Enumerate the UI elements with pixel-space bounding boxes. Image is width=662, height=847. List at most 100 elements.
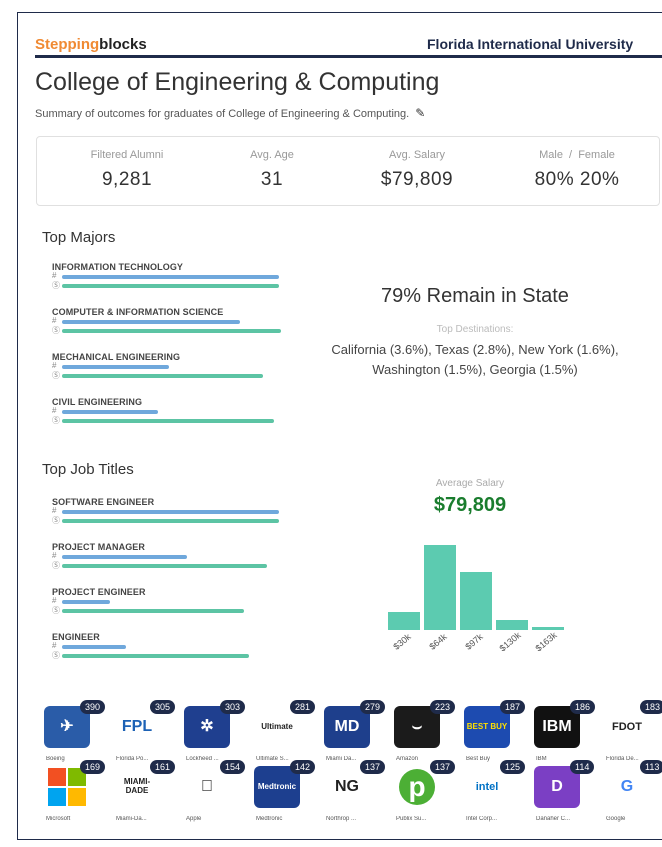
histogram-bar: [496, 620, 528, 630]
top-majors-heading: Top Majors: [42, 229, 116, 246]
job-title-name: ENGINEER: [52, 632, 100, 642]
dollar-icon: Ⓢ: [52, 326, 60, 335]
job-title-name: PROJECT ENGINEER: [52, 587, 146, 597]
employer-count-badge: 154: [220, 760, 246, 774]
pencil-icon[interactable]: ✎: [415, 106, 425, 120]
count-bar: [62, 275, 279, 279]
dollar-icon: Ⓢ: [52, 606, 60, 615]
stat-label: Avg. Age: [250, 149, 294, 161]
employer-count-badge: 125: [500, 760, 526, 774]
count-bar: [62, 365, 169, 369]
logo-mark: BEST BUY: [466, 721, 508, 731]
job-title-item[interactable]: ENGINEER # Ⓢ: [52, 632, 292, 660]
employer-name: Google: [606, 816, 626, 822]
stat-label: Avg. Salary: [388, 149, 446, 161]
brand-logo[interactable]: Steppingblocks: [35, 36, 147, 53]
employer-name: Publix Su...: [396, 816, 427, 822]
job-title-name: SOFTWARE ENGINEER: [52, 497, 155, 507]
histogram-bar: [532, 627, 564, 630]
page-title: College of Engineering & Computing: [35, 68, 440, 96]
count-bar: [62, 645, 126, 649]
major-item[interactable]: COMPUTER & INFORMATION SCIENCE # Ⓢ: [52, 307, 292, 335]
employer-count-badge: 305: [150, 700, 176, 714]
subtitle-text: Summary of outcomes for graduates of Col…: [35, 108, 410, 120]
salary-bar: [62, 419, 274, 423]
hash-icon: #: [52, 316, 57, 325]
page-subtitle: Summary of outcomes for graduates of Col…: [35, 106, 425, 120]
logo-mark: MD: [334, 718, 360, 736]
employer-count-badge: 186: [570, 700, 596, 714]
top-destinations-label: Top Destinations:: [436, 324, 514, 335]
employer-count-badge: 114: [570, 760, 595, 774]
count-bar: [62, 510, 279, 514]
dollar-icon: Ⓢ: [52, 281, 60, 290]
dollar-icon: Ⓢ: [52, 371, 60, 380]
count-bar: [62, 600, 110, 604]
employer-count-badge: 137: [430, 760, 456, 774]
university-name: Florida International University: [427, 36, 634, 52]
employer-count-badge: 161: [150, 760, 176, 774]
summary-stats: Filtered Alumni 9,281 Avg. Age 31 Avg. S…: [36, 136, 660, 206]
employer-name: Apple: [186, 816, 202, 822]
average-salary-value: $79,809: [433, 494, 507, 516]
employer-name: Medtronic: [256, 816, 283, 822]
job-title-item[interactable]: PROJECT ENGINEER # Ⓢ: [52, 587, 292, 615]
major-item[interactable]: MECHANICAL ENGINEERING # Ⓢ: [52, 352, 292, 380]
job-title-item[interactable]: SOFTWARE ENGINEER # Ⓢ: [52, 497, 292, 525]
major-item[interactable]: CIVIL ENGINEERING # Ⓢ: [52, 397, 292, 425]
logo-mark: NG: [335, 778, 359, 796]
hash-icon: #: [52, 506, 57, 515]
major-name: MECHANICAL ENGINEERING: [52, 352, 181, 362]
average-salary-label: Average Salary: [435, 478, 505, 489]
salary-bar: [62, 284, 279, 288]
employer-count-badge: 113: [640, 760, 662, 774]
major-name: INFORMATION TECHNOLOGY: [52, 262, 184, 272]
employer-count-badge: 137: [360, 760, 386, 774]
salary-bar: [62, 519, 279, 523]
major-name: COMPUTER & INFORMATION SCIENCE: [52, 307, 224, 317]
logo-mark: ✈: [60, 718, 74, 736]
stat-label: Filtered Alumni: [90, 149, 164, 161]
salary-histogram: $30k $64k $97k $130k $163k: [388, 545, 564, 654]
salary-bar: [62, 374, 263, 378]
hash-icon: #: [52, 596, 57, 605]
logo-mark: ✲: [200, 718, 214, 736]
employer-count-badge: 169: [80, 760, 106, 774]
top-destinations-list: California (3.6%), Texas (2.8%), New Yor…: [331, 342, 619, 377]
brand-part2: blocks: [99, 36, 147, 53]
histogram-tick-label: $97k: [463, 631, 485, 652]
employer-count-badge: 390: [80, 700, 106, 714]
logo-mark: D: [551, 778, 563, 796]
hash-icon: #: [52, 361, 57, 370]
brand-part1: Stepping: [35, 36, 100, 53]
histogram-tick-label: $130k: [497, 630, 523, 654]
salary-bar: [62, 329, 281, 333]
major-item[interactable]: INFORMATION TECHNOLOGY # Ⓢ: [52, 262, 292, 290]
remain-in-state: 79% Remain in State: [381, 285, 569, 307]
stat-avg-age: Avg. Age 31: [212, 149, 332, 191]
salary-bar: [62, 609, 244, 613]
job-title-item[interactable]: PROJECT MANAGER # Ⓢ: [52, 542, 292, 570]
logo-mark: Medtronic: [257, 781, 297, 791]
logo-mark: IBM: [542, 718, 572, 736]
employer-name: Northrop ...: [326, 816, 357, 822]
count-bar: [62, 410, 158, 414]
histogram-bar: [424, 545, 456, 630]
salary-bar: [62, 654, 249, 658]
employer-name: Danaher C...: [536, 816, 571, 822]
histogram-bar: [388, 612, 420, 630]
stat-filtered-alumni: Filtered Alumni 9,281: [67, 149, 187, 191]
stat-value: $79,809: [380, 169, 454, 190]
job-title-name: PROJECT MANAGER: [52, 542, 146, 552]
stat-value: 80% 20%: [534, 169, 620, 190]
stat-value: 9,281: [101, 169, 153, 190]
histogram-bar: [460, 572, 492, 630]
employer-logos: ✈ 390 Boeing FPL 305 Florida Po... ✲ 303 Lockhee…: [40, 700, 662, 840]
employer-name: Miami-Da...: [116, 816, 147, 822]
histogram-tick-label: $163k: [533, 630, 559, 654]
employer-count-badge: 279: [360, 700, 386, 714]
stat-value: 31: [260, 169, 284, 190]
logo-mark: FDOT: [612, 720, 642, 733]
dollar-icon: Ⓢ: [52, 516, 60, 525]
employer-count-badge: 223: [430, 700, 456, 714]
